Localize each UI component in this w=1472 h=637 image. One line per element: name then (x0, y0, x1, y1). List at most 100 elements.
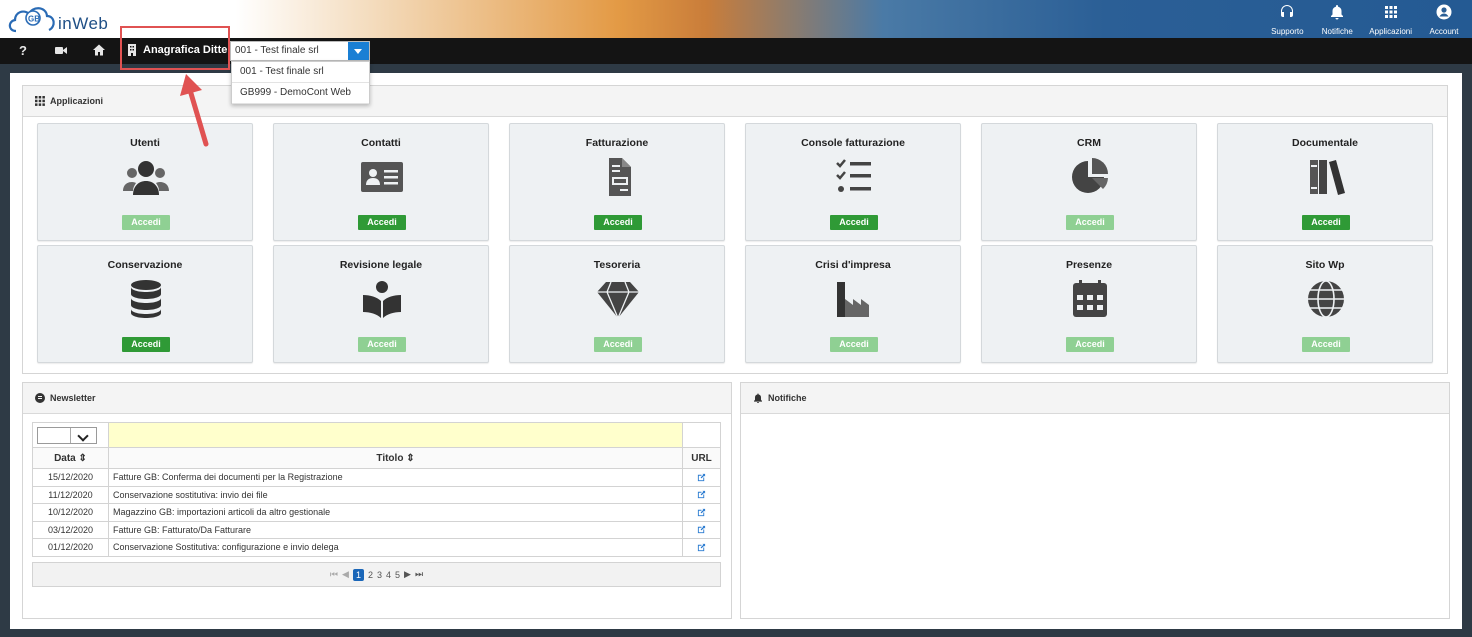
notifications-panel-header: Notifiche (741, 383, 1449, 414)
headset-icon (1281, 5, 1294, 17)
access-button[interactable]: Accedi (830, 337, 878, 352)
video-camera-icon[interactable] (54, 43, 68, 57)
app-card-revisione-legale: Revisione legale Accedi (273, 245, 489, 363)
external-link-icon[interactable] (697, 543, 706, 552)
account-button[interactable]: Account (1426, 2, 1462, 36)
access-button[interactable]: Accedi (1302, 215, 1350, 230)
app-title: Utenti (130, 137, 160, 149)
company-option[interactable]: 001 - Test finale srl (232, 62, 369, 83)
page-link[interactable]: 5 (395, 570, 400, 580)
diamond-icon (597, 281, 639, 319)
users-icon (123, 161, 169, 195)
notifications-button[interactable]: Notifiche (1319, 2, 1355, 36)
first-page-icon[interactable]: ⏮ (330, 569, 338, 580)
access-button[interactable]: Accedi (122, 337, 170, 352)
access-button[interactable]: Accedi (594, 337, 642, 352)
app-card-fatturazione: Fatturazione Accedi (509, 123, 725, 241)
access-button[interactable]: Accedi (1066, 215, 1114, 230)
row-title: Conservazione sostitutiva: invio dei fil… (108, 485, 683, 504)
support-button[interactable]: Supporto (1269, 2, 1305, 36)
newsletter-panel: Newsletter Data ⇕ Titolo ⇕ URL 15/12/202… (22, 382, 732, 619)
sort-icon: ⇕ (78, 452, 87, 464)
support-label: Supporto (1271, 27, 1304, 36)
grid-icon (1384, 6, 1397, 18)
page-link[interactable]: 4 (386, 570, 391, 580)
reader-icon (363, 281, 401, 318)
company-option[interactable]: GB999 - DemoCont Web (232, 83, 369, 104)
applications-button[interactable]: Applicazioni (1369, 2, 1412, 36)
row-date: 03/12/2020 (32, 520, 109, 539)
pagination: ⏮ ◀ 1 2 3 4 5 ▶ ⏭ (32, 562, 721, 587)
page-link[interactable]: 3 (377, 570, 382, 580)
applications-panel-title: Applicazioni (50, 96, 104, 106)
logo-badge: GB (28, 15, 40, 24)
database-icon (131, 280, 161, 318)
company-select-value: 001 - Test finale srl (235, 45, 319, 56)
newsletter-panel-header: Newsletter (23, 383, 731, 414)
header-actions: Supporto Notifiche Applicazioni Account (1269, 2, 1462, 36)
help-icon[interactable]: ? (16, 43, 30, 57)
access-button[interactable]: Accedi (1066, 337, 1114, 352)
calendar-icon (1073, 280, 1107, 317)
title-filter-cell[interactable] (108, 422, 683, 448)
access-button[interactable]: Accedi (1302, 337, 1350, 352)
app-card-presenze: Presenze Accedi (981, 245, 1197, 363)
page-link-current[interactable]: 1 (352, 568, 364, 581)
highlight-annotation (120, 26, 230, 70)
access-button[interactable]: Accedi (594, 215, 642, 230)
access-button[interactable]: Accedi (122, 215, 170, 230)
external-link-icon[interactable] (697, 525, 706, 534)
column-header-data[interactable]: Data ⇕ (32, 447, 109, 469)
app-card-crm: CRM Accedi (981, 123, 1197, 241)
app-title: Sito Wp (1305, 259, 1345, 271)
app-title: Revisione legale (339, 259, 423, 271)
app-card-sito-wp: Sito Wp Accedi (1217, 245, 1433, 363)
books-icon (1310, 160, 1345, 195)
page-link[interactable]: 2 (368, 570, 373, 580)
row-date: 15/12/2020 (32, 468, 109, 487)
id-card-icon (361, 162, 403, 192)
app-card-utenti: Utenti Accedi (37, 123, 253, 241)
app-title: Conservazione (107, 259, 183, 271)
logo-text: inWeb (58, 14, 109, 33)
filter-select[interactable] (37, 426, 97, 444)
filter-row (32, 422, 721, 448)
newsletter-table: Data ⇕ Titolo ⇕ URL 15/12/2020 Fatture G… (32, 422, 721, 557)
app-title: CRM (1077, 137, 1101, 149)
notifications-label: Notifiche (1321, 27, 1353, 36)
row-date: 11/12/2020 (32, 485, 109, 504)
row-title: Magazzino GB: importazioni articoli da a… (108, 503, 683, 522)
access-button[interactable]: Accedi (358, 337, 406, 352)
chevron-down-icon[interactable] (348, 42, 369, 60)
home-icon[interactable] (92, 43, 106, 57)
external-link-icon[interactable] (697, 490, 706, 499)
external-link-icon[interactable] (697, 473, 706, 482)
pie-chart-icon (1072, 158, 1108, 193)
arrow-annotation-icon (180, 74, 209, 147)
app-card-crisi-impresa: Crisi d'impresa Accedi (745, 245, 961, 363)
last-page-icon[interactable]: ⏭ (415, 569, 423, 580)
newspaper-icon (35, 393, 45, 403)
account-label: Account (1429, 27, 1459, 36)
row-date: 10/12/2020 (32, 503, 109, 522)
app-title: Contatti (361, 137, 401, 149)
row-date: 01/12/2020 (32, 538, 109, 557)
chevron-down-icon[interactable] (70, 427, 96, 443)
user-circle-icon (1436, 4, 1452, 20)
company-dropdown: 001 - Test finale srl GB999 - DemoCont W… (231, 61, 370, 104)
next-page-icon[interactable]: ▶ (404, 569, 411, 580)
access-button[interactable]: Accedi (830, 215, 878, 230)
app-title: Console fatturazione (801, 137, 905, 149)
company-select[interactable]: 001 - Test finale srl (230, 41, 370, 61)
column-header-url: URL (682, 447, 721, 469)
app-card-contatti: Contatti Accedi (273, 123, 489, 241)
sort-icon: ⇕ (406, 452, 415, 464)
external-link-icon[interactable] (697, 508, 706, 517)
access-button[interactable]: Accedi (358, 215, 406, 230)
previous-page-icon[interactable]: ◀ (342, 569, 349, 580)
column-header-titolo[interactable]: Titolo ⇕ (108, 447, 683, 469)
table-row: 03/12/2020 Fatture GB: Fatturato/Da Fatt… (32, 520, 721, 539)
row-title: Conservazione Sostitutiva: configurazion… (108, 538, 683, 557)
notifications-panel: Notifiche (740, 382, 1450, 619)
industry-icon (837, 282, 869, 317)
